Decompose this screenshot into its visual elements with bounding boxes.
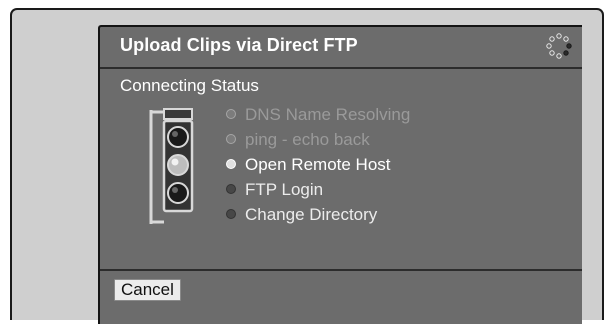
ftp-upload-dialog: Upload Clips via Direct FTP Connecting S… — [98, 25, 582, 324]
spinner-dot — [563, 36, 569, 42]
step-status-dot-icon — [226, 209, 236, 219]
spinner-dot — [566, 43, 572, 49]
step-status-dot-icon — [226, 184, 236, 194]
step-label: Open Remote Host — [245, 155, 391, 174]
step-change-directory: Change Directory — [225, 202, 410, 227]
step-status-dot-icon — [226, 109, 236, 119]
dialog-footer: Cancel — [100, 269, 582, 324]
spinner-dot — [563, 50, 569, 56]
cancel-button[interactable]: Cancel — [114, 279, 181, 301]
connecting-status-heading: Connecting Status — [120, 76, 259, 95]
step-ping-echo-back: ping - echo back — [225, 127, 410, 152]
traffic-light-lamp-top — [167, 126, 189, 148]
spinner-dot — [546, 43, 552, 49]
step-status-dot-icon — [226, 134, 236, 144]
dialog-title: Upload Clips via Direct FTP — [120, 35, 358, 55]
busy-spinner-icon — [546, 33, 572, 59]
spinner-dot — [549, 50, 555, 56]
traffic-light-lamp-bottom — [167, 182, 189, 204]
step-label: FTP Login — [245, 180, 324, 199]
spinner-dot — [549, 36, 555, 42]
step-label: Change Directory — [245, 205, 378, 224]
step-ftp-login: FTP Login — [225, 177, 410, 202]
spinner-dot — [556, 53, 562, 59]
step-status-dot-icon — [226, 159, 236, 169]
spinner-dot — [556, 33, 562, 39]
traffic-light-lamp-middle — [167, 154, 189, 176]
step-open-remote-host: Open Remote Host — [225, 152, 410, 177]
connection-steps-list: DNS Name Resolving ping - echo back Open… — [225, 102, 410, 227]
step-label: ping - echo back — [245, 130, 370, 149]
step-dns-name-resolving: DNS Name Resolving — [225, 102, 410, 127]
traffic-light-icon — [149, 108, 194, 224]
step-label: DNS Name Resolving — [245, 105, 411, 124]
dialog-title-bar: Upload Clips via Direct FTP — [100, 27, 582, 69]
